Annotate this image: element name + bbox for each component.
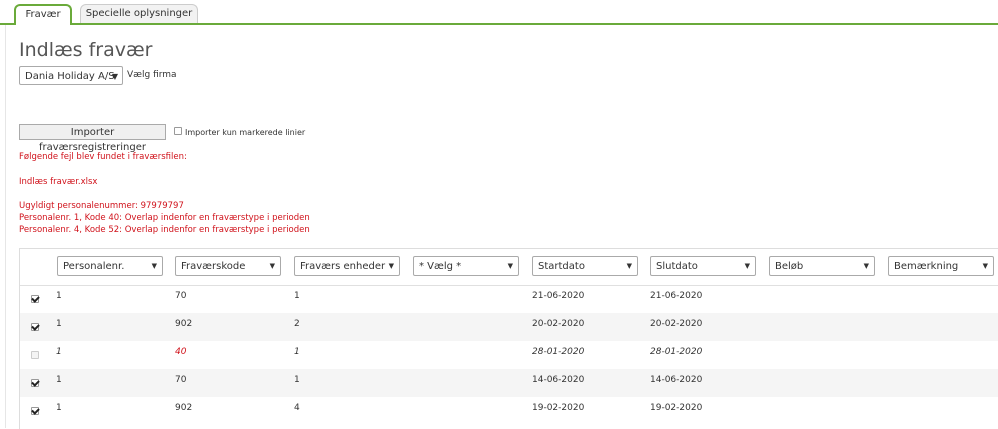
cell-enheder: 2 <box>294 319 300 329</box>
company-select-value: Dania Holiday A/S <box>25 71 115 82</box>
cell-kode: 40 <box>175 347 187 357</box>
cell-enheder: 1 <box>294 375 300 385</box>
error-heading: Følgende fejl blev fundet i fraværsfilen… <box>19 152 187 162</box>
error-line: Personalenr. 4, Kode 52: Overlap indenfo… <box>19 225 310 235</box>
table-row-error[interactable]: 1 40 1 28-01-2020 28-01-2020 <box>20 341 998 369</box>
cell-slutdato: 14-06-2020 <box>650 375 703 385</box>
column-label: Slutdato <box>656 261 698 272</box>
error-line: Ugyldigt personalenummer: 97979797 <box>19 201 184 211</box>
table-row[interactable]: 1 902 4 19-02-2020 19-02-2020 <box>20 397 998 425</box>
cell-personalenr: 1 <box>56 319 62 329</box>
column-label: * Vælg * <box>419 261 462 272</box>
dropdown-arrow-icon: ▼ <box>388 262 394 270</box>
column-filter-slutdato[interactable]: Slutdato ▼ <box>650 256 756 276</box>
error-file: Indlæs fravær.xlsx <box>19 177 98 187</box>
column-filter-fravaers-enheder[interactable]: Fraværs enheder ▼ <box>294 256 400 276</box>
import-marked-label: Importer kun markerede linier <box>185 128 306 137</box>
row-checkbox <box>31 351 39 359</box>
dropdown-arrow-icon: ▼ <box>151 262 157 270</box>
cell-startdato: 20-02-2020 <box>532 319 585 329</box>
column-filter-fravaerskode[interactable]: Fraværskode ▼ <box>175 256 281 276</box>
column-filter-startdato[interactable]: Startdato ▼ <box>532 256 638 276</box>
column-filter-vaelg[interactable]: * Vælg * ▼ <box>413 256 519 276</box>
cell-startdato: 14-06-2020 <box>532 375 585 385</box>
dropdown-arrow-icon: ▼ <box>626 262 632 270</box>
tab-bar: Fravær Specielle oplysninger <box>0 0 998 25</box>
cell-startdato: 19-02-2020 <box>532 403 585 413</box>
column-filter-bemaerkning[interactable]: Bemærkning ▼ <box>888 256 994 276</box>
dropdown-arrow-icon: ▼ <box>863 262 869 270</box>
cell-kode: 902 <box>175 403 193 413</box>
company-select[interactable]: Dania Holiday A/S ▼ <box>19 66 123 85</box>
dropdown-arrow-icon: ▼ <box>744 262 750 270</box>
cell-startdato: 28-01-2020 <box>532 347 585 357</box>
cell-enheder: 4 <box>294 403 300 413</box>
column-label: Fraværskode <box>181 261 246 272</box>
column-label: Bemærkning <box>894 261 959 272</box>
tab-label: Specielle oplysninger <box>85 8 193 19</box>
dropdown-arrow-icon: ▼ <box>982 262 988 270</box>
cell-slutdato: 19-02-2020 <box>650 403 703 413</box>
cell-personalenr: 1 <box>56 347 62 357</box>
column-filter-personalenr[interactable]: Personalenr. ▼ <box>57 256 163 276</box>
column-label: Beløb <box>775 261 804 272</box>
cell-personalenr: 1 <box>56 375 62 385</box>
row-checkbox[interactable] <box>31 379 39 387</box>
table-row[interactable]: 1 70 1 14-06-2020 14-06-2020 <box>20 369 998 397</box>
column-label: Startdato <box>538 261 585 272</box>
tab-specielle-oplysninger[interactable]: Specielle oplysninger <box>80 4 198 23</box>
column-label: Fraværs enheder <box>300 261 386 272</box>
dropdown-arrow-icon: ▼ <box>111 72 118 81</box>
tab-fravaer[interactable]: Fravær <box>14 4 72 25</box>
page-title: Indlæs fravær <box>19 39 153 61</box>
row-checkbox[interactable] <box>31 295 39 303</box>
cell-startdato: 21-06-2020 <box>532 291 585 301</box>
import-button[interactable]: Importer fraværsregistreringer <box>19 124 166 153</box>
cell-kode: 902 <box>175 319 193 329</box>
import-marked-checkbox[interactable] <box>174 127 182 135</box>
table-row[interactable]: 1 70 1 21-06-2020 21-06-2020 <box>20 285 998 313</box>
table-row[interactable]: 1 902 2 20-02-2020 20-02-2020 <box>20 313 998 341</box>
cell-enheder: 1 <box>294 291 300 301</box>
error-line: Personalenr. 1, Kode 40: Overlap indenfo… <box>19 213 310 223</box>
row-checkbox[interactable] <box>31 323 39 331</box>
cell-slutdato: 21-06-2020 <box>650 291 703 301</box>
cell-personalenr: 1 <box>56 291 62 301</box>
cell-slutdato: 28-01-2020 <box>650 347 703 357</box>
tab-label: Fravær <box>25 9 61 20</box>
cell-enheder: 1 <box>294 347 300 357</box>
cell-kode: 70 <box>175 375 187 385</box>
cell-personalenr: 1 <box>56 403 62 413</box>
grid-header: Personalenr. ▼ Fraværskode ▼ Fraværs enhed… <box>20 249 998 286</box>
dropdown-arrow-icon: ▼ <box>507 262 513 270</box>
company-label: Vælg firma <box>127 70 177 80</box>
row-checkbox[interactable] <box>31 407 39 415</box>
cell-kode: 70 <box>175 291 187 301</box>
column-label: Personalenr. <box>63 261 125 272</box>
content-border <box>5 25 6 428</box>
dropdown-arrow-icon: ▼ <box>269 262 275 270</box>
column-filter-beloeb[interactable]: Beløb ▼ <box>769 256 875 276</box>
cell-slutdato: 20-02-2020 <box>650 319 703 329</box>
absence-grid: Personalenr. ▼ Fraværskode ▼ Fraværs enhed… <box>19 248 998 429</box>
